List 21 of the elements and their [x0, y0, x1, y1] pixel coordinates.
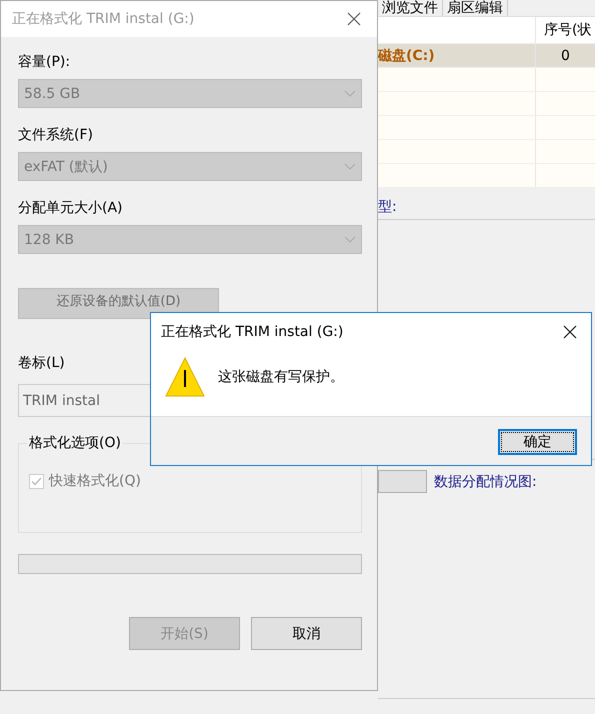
field-label: 文件系统(F)	[18, 126, 93, 144]
column-header: 序号(状	[543, 21, 592, 40]
dialog-title: 正在格式化 TRIM instal (G:)	[161, 323, 344, 341]
ok-button[interactable]: 确定	[498, 429, 577, 455]
field-label: 分配单元大小(A)	[18, 199, 123, 217]
message-text: 这张磁盘有写保护。	[218, 368, 344, 386]
window-title: 正在格式化 TRIM instal (G:)	[12, 10, 194, 28]
table-cell-text: 0	[560, 46, 571, 66]
type-label: 型:	[378, 198, 398, 216]
map-label: 数据分配情况图:	[434, 472, 537, 490]
field-label: 容量(P):	[18, 53, 70, 71]
chevron-down-icon	[344, 163, 356, 170]
checkbox-label: 快速格式化(Q)	[49, 472, 141, 490]
chevron-down-icon	[344, 90, 356, 97]
group-title: 格式化选项(O)	[27, 434, 123, 452]
field-label: 卷标(L)	[18, 354, 65, 372]
warning-icon	[165, 357, 205, 397]
dialog-button[interactable]: 取消	[251, 617, 362, 650]
close-icon[interactable]	[563, 325, 577, 339]
close-icon[interactable]	[347, 12, 361, 26]
chevron-down-icon	[344, 236, 356, 243]
